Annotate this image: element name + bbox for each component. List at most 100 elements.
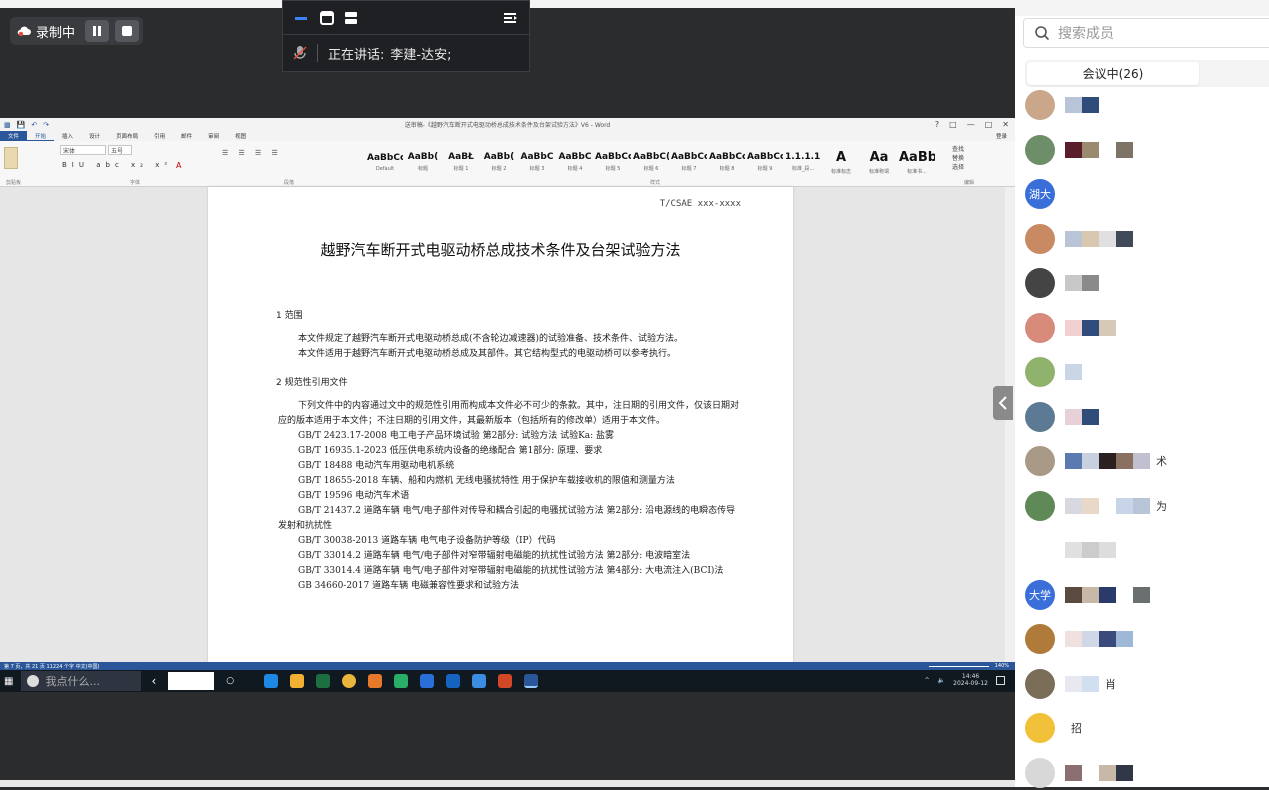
member-row[interactable] (1025, 88, 1265, 122)
member-row[interactable] (1025, 355, 1265, 389)
taskbar-app-ppt[interactable] (498, 674, 513, 688)
member-row[interactable] (1025, 533, 1265, 567)
style-item[interactable]: AaBbCcC 标题 9 (746, 147, 784, 177)
blank-box (168, 672, 215, 690)
member-name-redacted (1065, 408, 1099, 425)
style-item[interactable]: AaBbC 标题 4 (556, 147, 594, 177)
taskbar-app-edge[interactable] (264, 674, 279, 688)
style-name: 标题 3 (529, 166, 545, 172)
style-preview: AaBbCcDd (899, 149, 935, 165)
style-item[interactable]: Aa 标准称谓 (860, 147, 898, 177)
close-window-icon[interactable]: ✕ (1002, 120, 1009, 129)
tab-layout[interactable]: 页面布局 (108, 132, 146, 140)
task-view-icon[interactable]: ○ (226, 676, 234, 686)
font-color-button[interactable]: A (176, 161, 181, 170)
redaction-block (1133, 586, 1150, 603)
member-row[interactable] (1025, 756, 1265, 790)
style-item[interactable]: AaBbC(标题 6 (632, 147, 670, 177)
style-item[interactable]: AaBbC 标题 3 (518, 147, 556, 177)
font-format-buttons[interactable]: BIU abc x₂ x² (62, 161, 172, 169)
pause-recording-button[interactable] (85, 20, 110, 42)
member-name-redacted (1065, 275, 1099, 291)
taskbar-app-outlook[interactable] (446, 674, 461, 688)
tab-file[interactable]: 文件 (0, 131, 28, 141)
start-icon[interactable]: ▦ (4, 676, 13, 687)
search-icon (1035, 26, 1050, 41)
redaction-block (1065, 542, 1082, 558)
collapse-panel-button[interactable] (993, 386, 1013, 420)
member-row[interactable]: 大学 (1025, 578, 1265, 612)
collapse-list-icon[interactable] (503, 10, 519, 26)
window-icon[interactable] (319, 10, 335, 26)
style-item[interactable]: AaBb(标题 2 (480, 147, 518, 177)
taskbar-app-explorer[interactable] (290, 674, 305, 688)
taskbar-app-orange[interactable] (368, 674, 383, 688)
select-button[interactable]: 选择 (952, 163, 964, 172)
member-row[interactable] (1025, 311, 1265, 345)
tab-review[interactable]: 审阅 (200, 132, 227, 140)
member-search[interactable]: 搜索成员 (1023, 18, 1269, 48)
taskbar-app-search[interactable] (420, 674, 435, 688)
paste-button[interactable] (4, 147, 18, 169)
zoom-slider[interactable] (928, 665, 989, 667)
style-item[interactable]: A 标准标志 (822, 147, 860, 177)
member-row[interactable] (1025, 266, 1265, 300)
style-item[interactable]: AaBb(标题 (404, 147, 442, 177)
tab-in-meeting[interactable]: 会议中(26) (1027, 62, 1199, 85)
member-row[interactable] (1025, 222, 1265, 256)
member-row[interactable]: 为 (1025, 489, 1265, 523)
login-link[interactable]: 登录 (988, 132, 1015, 140)
style-preview: AaBb( (483, 152, 515, 162)
style-preview: Aa (869, 149, 889, 165)
font-size-select[interactable]: 五号 (108, 145, 132, 155)
member-row[interactable]: 肖 (1025, 667, 1265, 701)
member-row[interactable]: 术 (1025, 444, 1265, 478)
avatar (1025, 401, 1055, 432)
style-item[interactable]: AaBbCc 标题 5 (594, 147, 632, 177)
tab-references[interactable]: 引用 (146, 132, 173, 140)
list-view-icon[interactable] (343, 10, 359, 26)
minimize-icon[interactable] (293, 10, 309, 26)
taskbar-app-word[interactable] (524, 674, 539, 688)
taskbar-search[interactable]: 我点什么... (21, 671, 142, 691)
find-button[interactable]: 查找 (952, 145, 964, 154)
member-row[interactable] (1025, 400, 1265, 434)
replace-button[interactable]: 替换 (952, 154, 964, 163)
back-icon[interactable]: ‹ (151, 674, 156, 688)
style-item[interactable]: AaBŁ 标题 1 (442, 147, 480, 177)
ribbon-home: 宋体 五号 BIU abc x₂ x² A ☰ ☰ ☰ ☰ AaBbCcDı De… (0, 141, 1015, 187)
member-row[interactable]: 湖大 (1025, 177, 1265, 211)
taskbar-app-excel[interactable] (316, 674, 331, 688)
style-item[interactable]: AaBbCcD 标题 7 (670, 147, 708, 177)
member-row[interactable]: 招 (1025, 711, 1265, 745)
minimize-window-icon[interactable]: — (967, 120, 975, 129)
tab-design[interactable]: 设计 (81, 132, 108, 140)
style-item[interactable]: AaBbCcDı Default (366, 147, 404, 177)
stop-recording-button[interactable] (115, 20, 140, 42)
help-icon[interactable]: ? (935, 120, 939, 129)
vertical-scrollbar[interactable] (1005, 187, 1015, 662)
tray-up-icon[interactable]: ^ (925, 677, 930, 684)
tab-mailings[interactable]: 邮件 (173, 132, 200, 140)
maximize-window-icon[interactable]: □ (985, 120, 993, 129)
tab-home[interactable]: 开始 (27, 132, 55, 141)
taskbar-app-mail[interactable] (472, 674, 487, 688)
document-page[interactable]: T/CSAE xxx-xxxx 越野汽车断开式电驱动桥总成技术条件及台架试验方法… (208, 187, 793, 662)
redaction-block (1082, 586, 1099, 603)
ribbon-tabs: 文件 开始 插入 设计 页面布局 引用 邮件 审阅 视图 登录 (0, 131, 1015, 141)
notification-icon[interactable] (996, 675, 1005, 685)
paragraph-buttons[interactable]: ☰ ☰ ☰ ☰ (222, 149, 282, 157)
member-row[interactable] (1025, 622, 1265, 656)
taskbar-app-wechat[interactable] (394, 674, 409, 688)
style-item[interactable]: 1.1.1.1. 标准_段... (784, 147, 822, 177)
taskbar-app-chrome[interactable] (342, 674, 357, 688)
volume-icon[interactable]: 🔈 (938, 677, 945, 684)
zoom-level: 140% (994, 663, 1009, 669)
member-row[interactable] (1025, 133, 1265, 167)
font-name-select[interactable]: 宋体 (60, 145, 106, 155)
style-item[interactable]: AaBbCcDd 标准书... (898, 147, 936, 177)
tab-insert[interactable]: 插入 (54, 132, 81, 140)
ribbon-display-icon[interactable]: □ (949, 120, 957, 129)
style-item[interactable]: AaBbCc 标题 8 (708, 147, 746, 177)
tab-view[interactable]: 视图 (227, 132, 254, 140)
